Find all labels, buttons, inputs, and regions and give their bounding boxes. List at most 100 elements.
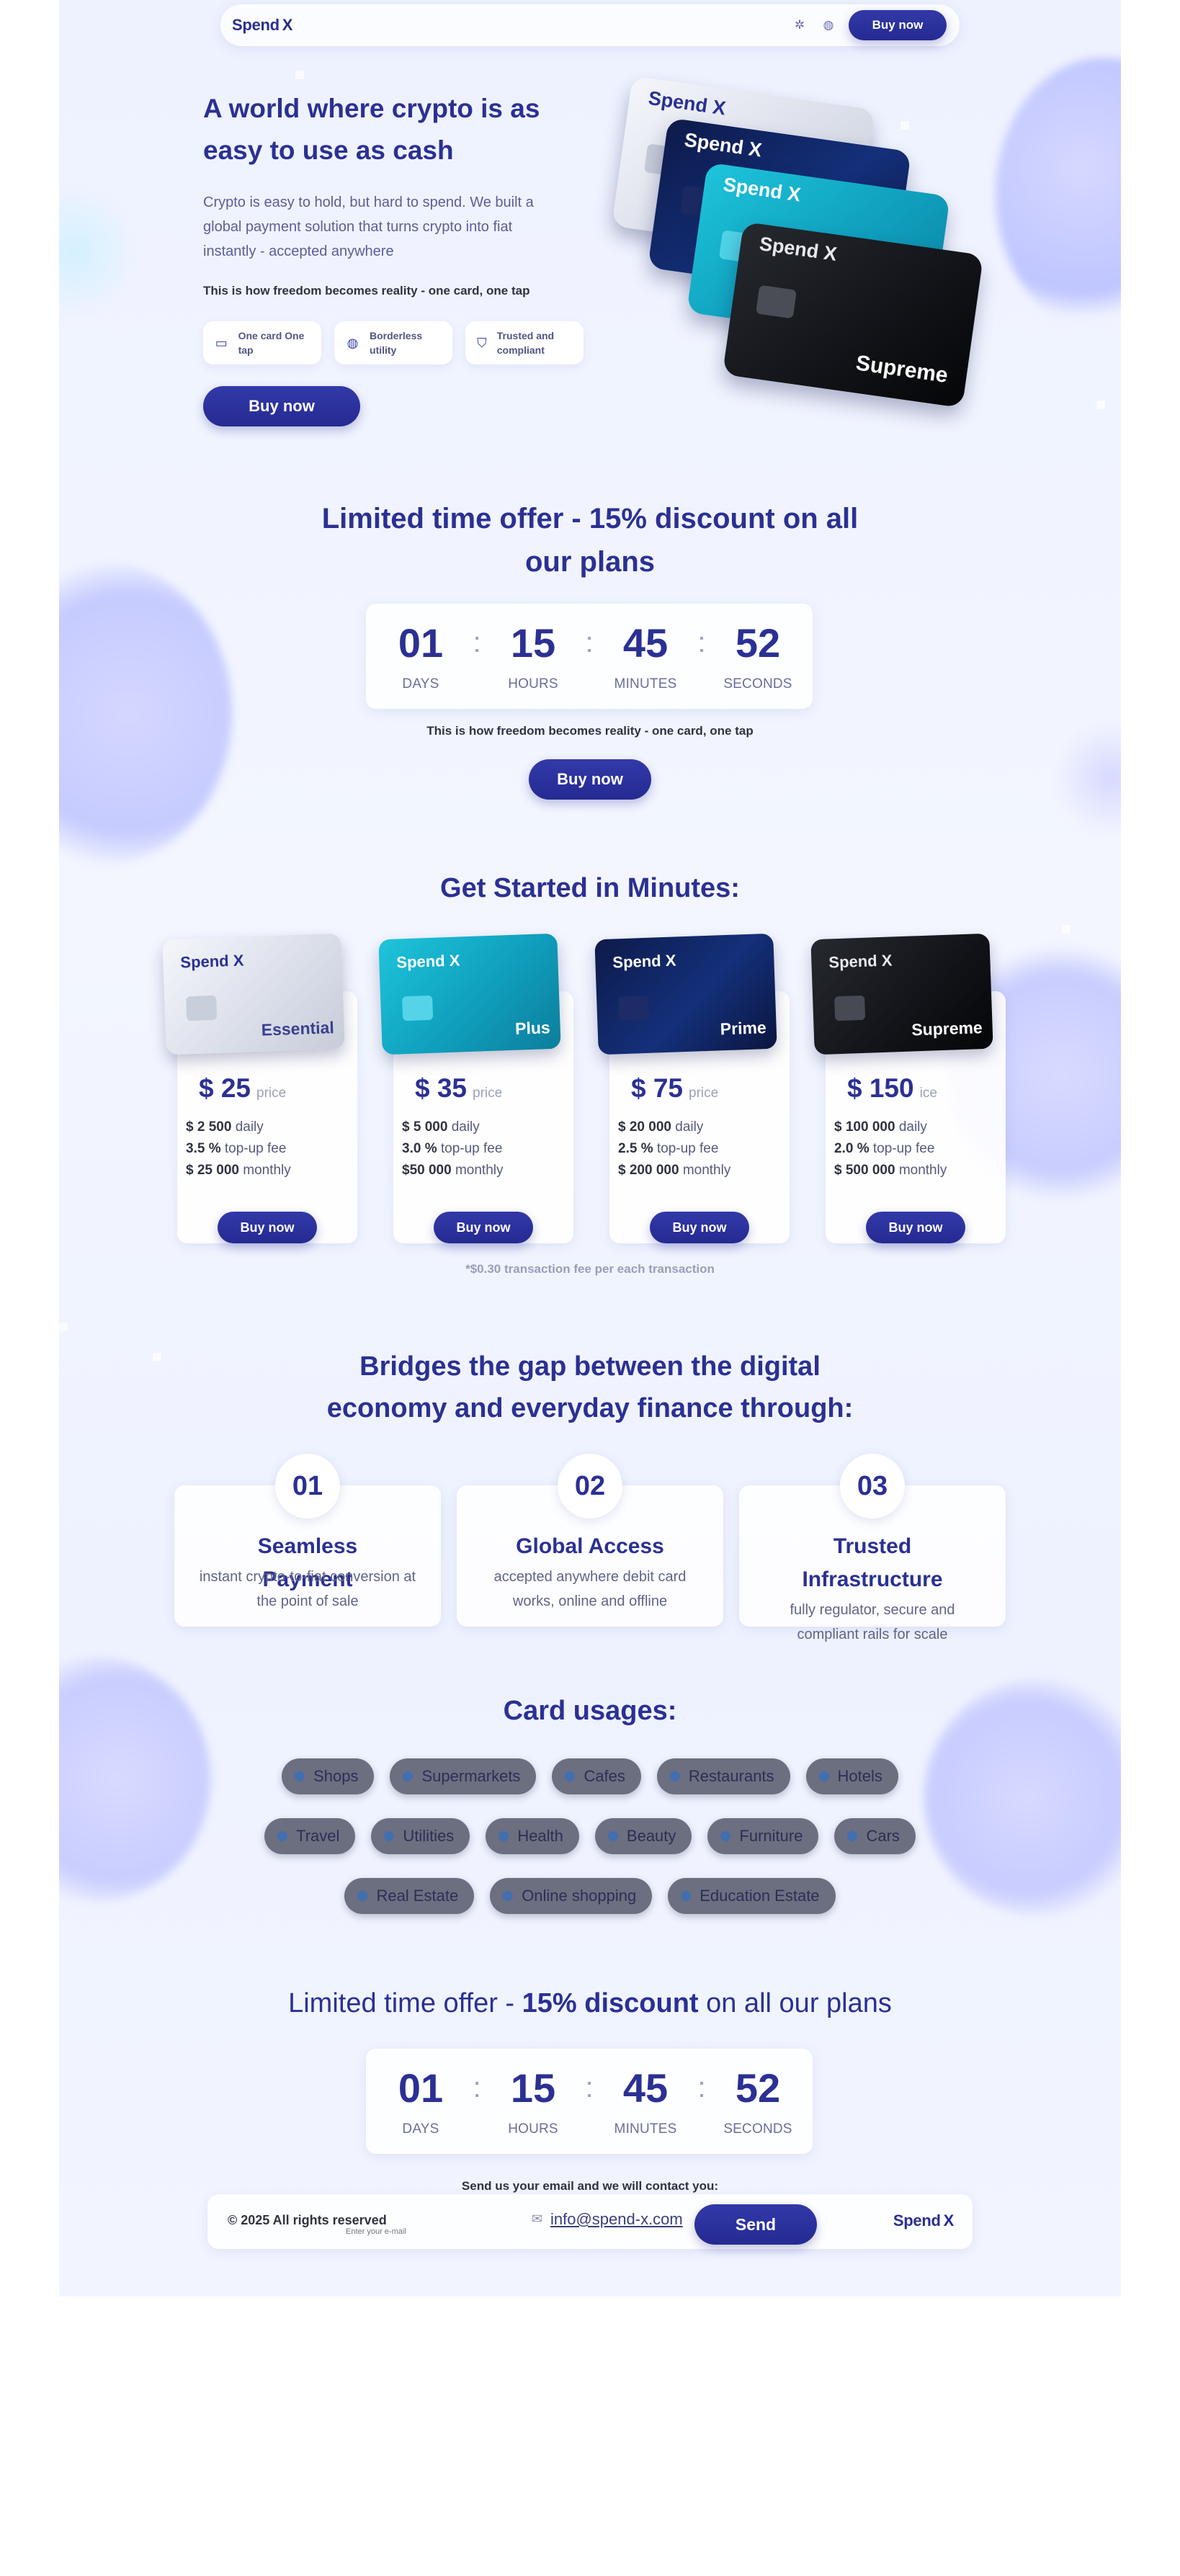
plan-tier: Prime [720,1018,767,1039]
usage-title: Card usages: [503,1696,677,1726]
plan-price: $ 150 ice [847,1073,937,1103]
usage-dot-icon [818,1771,829,1781]
feature-chip: ▭ One card One tap [203,321,321,365]
usage-chip[interactable]: Online shopping [490,1878,653,1914]
plan-limits: $ 100 000 daily 2.0 % top-up fee $ 500 0… [834,1119,947,1178]
countdown-days: 01 DAYS [398,2065,444,2137]
usage-chip[interactable]: Travel [264,1818,356,1854]
usage-dot-icon [720,1831,731,1841]
usage-dot-icon [681,1891,692,1901]
feature-title: Global Access [516,1534,664,1558]
footer: © 2025 All rights reserved ✉ info@spend-… [207,2194,973,2249]
usage-chip[interactable]: Beauty [594,1818,692,1854]
chip-icon [402,995,434,1021]
usage-chip[interactable]: Supermarkets [390,1758,537,1794]
plan-card: Spend X Prime [594,933,777,1055]
header-buy-button[interactable]: Buy now [849,10,947,40]
decor-square [900,121,909,130]
feature-number: 02 [558,1454,622,1519]
plan-limits: $ 2 500 daily 3.5 % top-up fee $ 25 000 … [186,1119,291,1178]
decor-square [1062,925,1071,934]
decor-blob [996,58,1121,331]
landing-page: Spend X ✲ ◍ Buy now A world where crypto … [59,0,1121,2297]
usage-dot-icon [565,1771,576,1781]
countdown-separator: : [473,2071,481,2103]
countdown-minutes: 45 MINUTES [614,620,677,692]
plan-buy-button[interactable]: Buy now [650,1212,749,1243]
send-button[interactable]: Send [694,2204,817,2245]
brand-logo[interactable]: Spend X [232,16,292,35]
usage-chip[interactable]: Shops [282,1758,375,1794]
bridge-title: Bridges the gap between the digital econ… [326,1351,854,1423]
usage-dot-icon [384,1831,395,1841]
mail-icon: ✉ [532,2211,543,2226]
spark-icon[interactable]: ✲ [791,17,808,34]
usage-dot-icon [847,1831,858,1841]
chip-icon [186,995,218,1021]
plan-card: Spend X Essential [162,933,345,1055]
top-navbar: Spend X ✲ ◍ Buy now [220,4,960,46]
plan-price: $ 35 price [415,1073,503,1103]
plan-tier: Plus [514,1018,551,1038]
countdown-separator: : [585,626,594,658]
usage-row: Shops Supermarkets Cafes Restaurants Hot… [59,1758,1121,1794]
chip-icon [834,995,866,1021]
hero-buy-button[interactable]: Buy now [203,386,360,426]
countdown-timer: 01 DAYS : 15 HOURS : 45 MINUTES : 52 SECONDS [366,2049,813,2154]
countdown-minutes: 45 MINUTES [614,2065,677,2137]
usage-chip[interactable]: Education Estate [668,1878,836,1914]
chip-icon [755,285,797,319]
offer-title: Limited time offer - 15% discount on all… [321,503,859,578]
usage-dot-icon [499,1831,509,1841]
plan-buy-button[interactable]: Buy now [866,1212,965,1243]
usage-dot-icon [607,1831,618,1841]
usage-chip[interactable]: Health [486,1818,579,1854]
feature-title: Trusted Infrastructure [802,1534,943,1591]
offer-tagline: This is how freedom becomes reality - on… [426,724,754,738]
usage-dot-icon [669,1771,680,1781]
usage-dot-icon [295,1771,305,1781]
card-black: Spend X Supreme [722,221,984,408]
countdown-hours: 15 HOURS [508,620,558,692]
globe-icon[interactable]: ◍ [820,17,837,34]
countdown-separator: : [697,2071,706,2103]
usage-chip[interactable]: Furniture [707,1818,819,1854]
plan-limits: $ 5 000 daily 3.0 % top-up fee $50 000 m… [402,1119,504,1178]
decor-square [59,1323,68,1331]
countdown-separator: : [585,2071,594,2103]
feature-description: fully regulator, secure and compliant ra… [790,1602,955,1642]
usage-chip[interactable]: Cafes [552,1758,641,1794]
plan-limits: $ 20 000 daily 2.5 % top-up fee $ 200 00… [618,1119,731,1178]
decor-blob [59,562,232,864]
hero-title: A world where crypto is as easy to use a… [203,94,540,165]
usage-row: Real Estate Online shopping Education Es… [59,1878,1121,1914]
card-brand: Spend X [683,128,764,161]
plan-card: Spend X Plus [378,933,561,1055]
plan-price: $ 75 price [631,1073,719,1103]
plan-buy-button[interactable]: Buy now [218,1212,317,1243]
plan-tier: Supreme [911,1018,983,1039]
hero-text: Crypto is easy to hold, but hard to spen… [203,194,534,259]
contact-prompt: Send us your email and we will contact y… [461,2179,719,2193]
hero-features: ▭ One card One tap ◍ Borderless utility … [203,321,584,365]
contact-email-link[interactable]: info@spend-x.com [550,2210,683,2229]
usage-chip[interactable]: Restaurants [656,1758,790,1794]
usage-chip[interactable]: Hotels [805,1758,898,1794]
card-brand: Spend X [647,86,728,120]
usage-chip[interactable]: Utilities [371,1818,470,1854]
decor-blob [59,180,131,324]
plan-buy-button[interactable]: Buy now [434,1212,533,1243]
plan-tier: Essential [261,1018,335,1039]
decor-square [295,71,304,79]
card-icon: ▭ [215,335,228,350]
countdown-timer: 01 DAYS : 15 HOURS : 45 MINUTES : 52 SECONDS [366,604,813,709]
feature-label: One card One tap [238,330,305,356]
brand-mark: X [282,16,293,34]
footer-logo[interactable]: Spend X [893,2211,954,2230]
countdown-separator: : [697,626,706,658]
usage-chip[interactable]: Cars [834,1818,916,1854]
usage-chip[interactable]: Real Estate [344,1878,475,1914]
feature-number: 03 [840,1454,905,1519]
offer-buy-button[interactable]: Buy now [529,759,651,800]
usage-dot-icon [277,1831,288,1841]
